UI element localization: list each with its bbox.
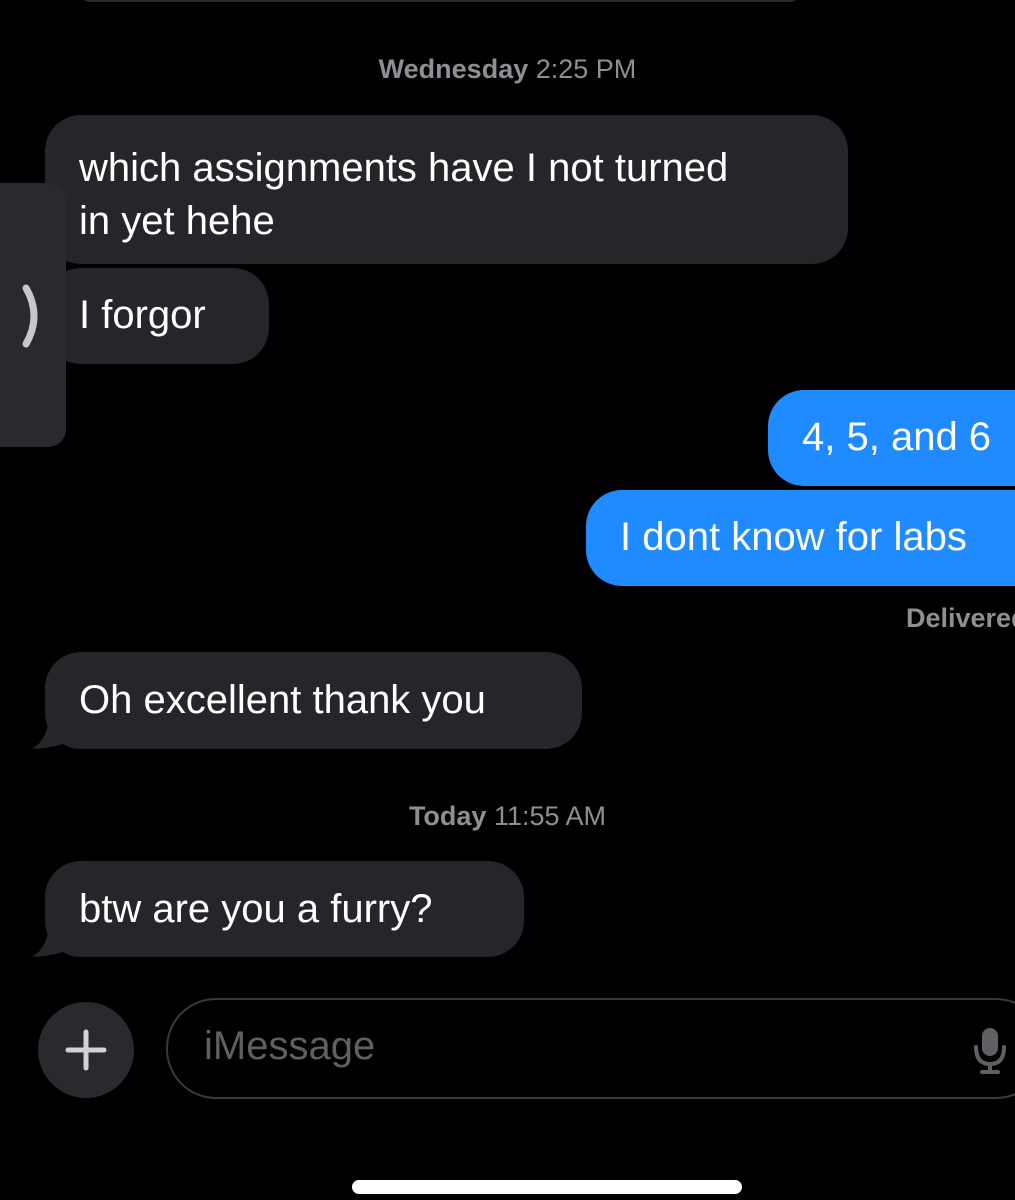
timestamp-header: Wednesday 2:25 PM bbox=[0, 54, 1015, 85]
bubble-tail bbox=[32, 920, 68, 957]
timestamp-header: Today 11:55 AM bbox=[0, 801, 1015, 832]
outgoing-message-bubble[interactable]: 4, 5, and 6 bbox=[768, 390, 1015, 486]
previous-message-bubble-edge bbox=[75, 0, 805, 2]
message-line: 4, 5, and 6 bbox=[802, 415, 992, 459]
timestamp-day: Today bbox=[408, 801, 487, 831]
message-input-placeholder: iMessage bbox=[204, 1024, 376, 1068]
home-indicator[interactable] bbox=[352, 1180, 742, 1194]
delivered-status: Delivered bbox=[906, 603, 1015, 633]
outgoing-message-bubble[interactable]: I dont know for labs bbox=[586, 490, 1015, 586]
message-line: btw are you a furry? bbox=[79, 887, 433, 931]
add-attachment-button[interactable] bbox=[38, 1002, 134, 1098]
timestamp-time: 2:25 PM bbox=[535, 54, 637, 84]
message-line: I forgor bbox=[79, 293, 206, 337]
message-line: which assignments have I not turned bbox=[79, 146, 729, 190]
incoming-message-bubble[interactable]: I forgor bbox=[45, 268, 269, 364]
message-line: in yet hehe bbox=[79, 199, 275, 243]
microphone-icon[interactable] bbox=[973, 1027, 1007, 1075]
timestamp-day: Wednesday bbox=[378, 54, 529, 84]
timestamp-time: 11:55 AM bbox=[493, 801, 607, 831]
plus-icon bbox=[65, 1029, 107, 1071]
incoming-message-bubble[interactable]: which assignments have I not turned in y… bbox=[45, 115, 848, 264]
incoming-message-bubble[interactable]: btw are you a furry? bbox=[45, 861, 524, 957]
message-input[interactable]: iMessage bbox=[166, 998, 1015, 1099]
message-line: Oh excellent thank you bbox=[79, 678, 486, 722]
incoming-message-bubble[interactable]: Oh excellent thank you bbox=[45, 652, 582, 749]
message-line: I dont know for labs bbox=[620, 515, 967, 559]
chevron-right-icon[interactable] bbox=[18, 276, 48, 356]
bubble-tail bbox=[32, 712, 68, 749]
